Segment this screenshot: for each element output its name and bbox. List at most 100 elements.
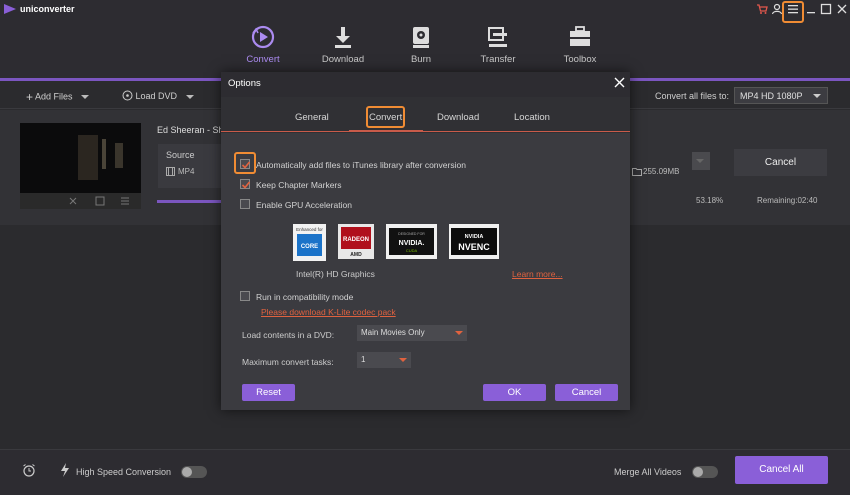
dialog-header [221,72,630,97]
max-tasks-value: 1 [361,355,366,364]
close-icon[interactable] [614,76,625,90]
chapter-markers-label: Keep Chapter Markers [256,180,342,190]
dvd-load-select[interactable]: Main Movies Only [357,325,467,341]
load-dvd-label: Load DVD [135,90,178,101]
source-label: Source [166,150,195,160]
alarm-icon[interactable] [22,463,36,479]
nvenc-logo-brand: NVIDIA [465,234,484,240]
max-tasks-label: Maximum convert tasks: [242,357,334,367]
tab-burn[interactable]: Burn [383,20,459,76]
close-window-icon[interactable] [836,3,848,15]
add-files-label: Add Files [35,91,73,102]
max-tasks-select[interactable]: 1 [357,352,411,368]
transfer-icon [485,24,511,50]
chevron-down-icon [81,95,90,99]
tab-label: Convert [246,54,280,65]
tab-toolbox[interactable]: Toolbox [542,20,618,76]
tab-location[interactable]: Location [514,112,550,123]
tab-underline [221,131,630,132]
gpu-label: Enable GPU Acceleration [256,200,352,210]
chapter-markers-checkbox[interactable] [240,179,251,189]
nvenc-logo-text: NVENC [458,242,490,252]
dvd-load-label: Load contents in a DVD: [242,330,335,340]
klite-download-link[interactable]: Please download K-Lite codec pack [261,307,396,317]
gpu-checkbox[interactable] [240,199,250,209]
progress-percent: 53.18% [696,196,724,205]
app-name: uniconverter [20,4,75,14]
cancel-all-button[interactable]: Cancel All [735,456,828,484]
conversion-progress-bar [157,200,223,203]
tab-convert[interactable]: Convert [225,20,301,76]
source-format: MP4 [178,167,195,176]
dvd-load-value: Main Movies Only [361,328,425,337]
tab-highlight [366,106,405,128]
cuda-logo-brand: NVIDIA. [399,240,425,247]
amd-logo-sub: AMD [350,252,362,258]
video-thumbnail[interactable] [20,123,141,193]
reset-button[interactable]: Reset [242,384,295,401]
itunes-label: Automatically add files to iTunes librar… [256,160,466,170]
folder-icon [632,167,642,178]
intel-logo-core: CORE [301,244,318,250]
dialog-tabbar [221,97,630,133]
add-files-button[interactable]: + Add Files [26,90,90,104]
nvidia-cuda-logo: DESIGNED FOR NVIDIA. CUDA [386,224,437,259]
cart-icon[interactable] [756,3,768,15]
gpu-caption: Intel(R) HD Graphics [296,269,375,279]
convert-icon [250,24,276,50]
intel-logo: Enhanced for CORE [293,224,326,261]
high-speed-label: High Speed Conversion [76,467,172,477]
download-icon [330,24,356,50]
checkmark-icon [241,181,251,189]
intel-logo-top: Enhanced for [296,227,323,232]
high-speed-toggle[interactable] [181,466,207,478]
chevron-down-icon [813,94,821,98]
tab-download-options[interactable]: Download [437,112,479,123]
ok-button[interactable]: OK [483,384,546,401]
toggle-knob [693,467,703,477]
chevron-down-icon [455,331,463,335]
plus-icon: + [26,90,34,104]
merge-toggle[interactable] [692,466,718,478]
thumbnail-controls [20,193,141,209]
app-logo-icon [3,3,17,15]
film-icon [166,167,175,178]
file-title: Ed Sheeran - Sha [157,125,229,135]
chevron-down-icon [696,159,704,163]
toggle-knob [182,467,192,477]
cuda-logo-sub: CUDA [406,248,418,253]
target-settings-dropdown[interactable] [692,152,710,170]
merge-label: Merge All Videos [614,467,682,477]
menu-highlight [782,1,804,23]
cuda-logo-top: DESIGNED FOR [398,232,425,236]
cancel-file-button[interactable]: Cancel [734,149,827,176]
chevron-down-icon [399,358,407,362]
tab-download[interactable]: Download [305,20,381,76]
compat-mode-checkbox[interactable] [240,291,250,301]
tab-general[interactable]: General [295,112,329,123]
minimize-icon[interactable] [805,3,817,15]
dvd-icon [122,90,133,103]
tab-label: Download [321,54,365,65]
tab-transfer[interactable]: Transfer [460,20,536,76]
output-format-select[interactable]: MP4 HD 1080P [734,87,828,104]
file-size: 255.09MB [643,167,680,176]
learn-more-link[interactable]: Learn more... [512,269,563,279]
checkmark-icon [241,161,251,169]
compat-mode-label: Run in compatibility mode [256,292,354,302]
amd-logo-text: RADEON [343,237,369,243]
format-value: MP4 HD 1080P [740,91,803,101]
time-remaining: Remaining:02:40 [757,196,818,205]
tab-label: Transfer [480,54,516,65]
maximize-icon[interactable] [820,3,832,15]
dialog-cancel-button[interactable]: Cancel [555,384,618,401]
dialog-title: Options [228,78,261,89]
amd-radeon-logo: RADEON AMD [338,224,374,259]
tab-label: Toolbox [563,54,597,65]
active-tab-indicator [349,130,423,132]
load-dvd-button[interactable]: Load DVD [122,90,194,103]
toolbox-icon [567,24,593,50]
itunes-checkbox[interactable] [240,159,251,169]
chevron-down-icon [185,94,194,99]
convert-all-label: Convert all files to: [655,91,730,101]
